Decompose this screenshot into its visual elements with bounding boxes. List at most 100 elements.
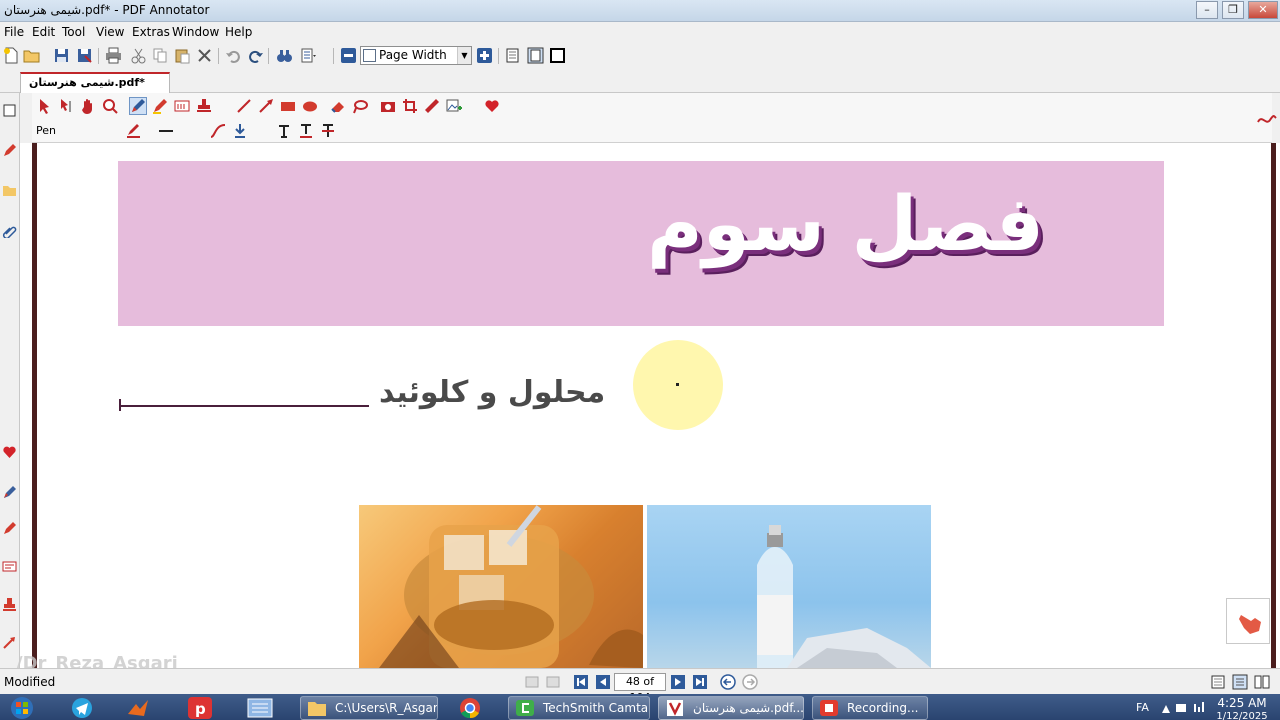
menu-view[interactable]: View [96, 25, 124, 39]
svg-text:p: p [195, 700, 206, 718]
next-view-icon[interactable] [545, 674, 561, 690]
save-as-icon[interactable] [76, 47, 93, 64]
text-strikeout-icon[interactable] [320, 123, 336, 139]
zoom-select[interactable]: Page Width ▼ [360, 46, 472, 65]
tray-icons[interactable] [1160, 700, 1208, 714]
continuous-layout-icon[interactable] [1232, 674, 1248, 690]
arrow-line-icon[interactable] [258, 98, 274, 114]
stamp-tool-icon[interactable] [196, 98, 212, 114]
text-tool-icon[interactable] [276, 123, 292, 139]
text-underline-icon[interactable] [298, 123, 314, 139]
arrow-tool-icon[interactable] [2, 635, 17, 650]
insert-image-icon[interactable] [446, 98, 462, 114]
mouse-cursor [676, 383, 679, 386]
taskbar-camtasia-window[interactable]: TechSmith Camta... [508, 696, 650, 720]
page-number-field[interactable]: 48 of 104 [614, 673, 666, 704]
go-forward-icon[interactable] [742, 674, 758, 690]
paste-icon[interactable] [174, 47, 191, 64]
lasso-icon[interactable] [352, 98, 368, 114]
page-layout-icon[interactable] [300, 47, 317, 64]
system-clock[interactable]: 4:25 AM 1/12/2025 [1214, 697, 1270, 720]
zoom-out-icon[interactable] [340, 47, 357, 64]
menu-edit[interactable]: Edit [32, 25, 55, 39]
redo-icon[interactable] [247, 47, 264, 64]
undo-icon[interactable] [225, 47, 242, 64]
new-document-icon[interactable] [3, 47, 20, 64]
text-box-icon[interactable] [2, 559, 17, 574]
minimize-button[interactable]: – [1196, 1, 1218, 19]
hand-icon[interactable] [80, 98, 96, 114]
chrome-icon[interactable] [452, 696, 488, 720]
previous-page-icon[interactable] [595, 674, 611, 690]
pen-annotation-icon[interactable] [129, 97, 147, 115]
menu-window[interactable]: Window [172, 25, 219, 39]
menu-help[interactable]: Help [225, 25, 252, 39]
camera-icon[interactable] [380, 98, 396, 114]
highlighter-icon[interactable] [152, 98, 168, 114]
folder-icon[interactable] [2, 183, 17, 198]
psiphon-icon[interactable]: p [182, 696, 218, 720]
pen-tool-icon[interactable] [2, 485, 17, 500]
ellipse-tool-icon[interactable] [302, 98, 318, 114]
close-button[interactable]: ✕ [1248, 1, 1278, 19]
save-icon[interactable] [53, 47, 70, 64]
telegram-icon[interactable] [64, 696, 100, 720]
previous-view-icon[interactable] [524, 674, 540, 690]
line-width-icon[interactable] [158, 123, 174, 139]
open-folder-icon[interactable] [23, 47, 40, 64]
delete-icon[interactable] [196, 47, 213, 64]
next-page-icon[interactable] [670, 674, 686, 690]
input-language-indicator[interactable]: FA [1136, 701, 1149, 714]
stroke-bottom-icon[interactable] [232, 123, 248, 139]
maximize-button[interactable]: ❐ [1222, 1, 1244, 19]
start-button[interactable] [4, 696, 40, 720]
text-select-icon[interactable] [58, 98, 74, 114]
menu-file[interactable]: File [4, 25, 24, 39]
pdf-page[interactable]: فصل سوم محلول و کلوئید [37, 143, 1271, 668]
magnifier-icon[interactable] [102, 98, 118, 114]
tab-document[interactable]: شیمی هنرستان.pdf* [20, 72, 170, 93]
line-tool-icon[interactable] [236, 98, 252, 114]
first-page-icon[interactable] [573, 674, 589, 690]
recording-icon [820, 700, 838, 716]
copy-icon[interactable] [152, 47, 169, 64]
fullscreen-icon[interactable] [549, 47, 566, 64]
page-icon[interactable] [2, 103, 17, 118]
document-viewport[interactable]: فصل سوم محلول و کلوئید [20, 143, 1280, 668]
eraser-icon[interactable] [330, 98, 346, 114]
text-field-icon[interactable] [174, 98, 190, 114]
smooth-stroke-icon[interactable] [210, 123, 226, 139]
go-back-icon[interactable] [720, 674, 736, 690]
zoom-select-value: Page Width [379, 48, 447, 62]
stamp-icon[interactable] [2, 597, 17, 612]
zoom-in-icon[interactable] [476, 47, 493, 64]
chevron-down-icon[interactable]: ▼ [457, 47, 471, 64]
rectangle-tool-icon[interactable] [280, 98, 296, 114]
select-arrow-icon[interactable] [36, 98, 52, 114]
pen-color-icon[interactable] [126, 123, 142, 139]
attachment-icon[interactable] [2, 223, 17, 238]
ruler-icon[interactable] [424, 98, 440, 114]
favorites-heart-icon[interactable] [2, 445, 17, 460]
fit-width-view-icon[interactable] [527, 47, 544, 64]
find-binoculars-icon[interactable] [276, 47, 293, 64]
two-page-layout-icon[interactable] [1254, 674, 1270, 690]
favorites-heart-icon[interactable] [484, 98, 500, 114]
toolbar-separator [218, 48, 219, 64]
single-page-view-icon[interactable] [504, 47, 521, 64]
marker-icon[interactable] [2, 521, 17, 536]
menu-extras[interactable]: Extras [132, 25, 170, 39]
crop-icon[interactable] [402, 98, 418, 114]
taskbar-pdf-annotator-window[interactable]: شیمی هنرستان.pdf... [658, 696, 804, 720]
print-icon[interactable] [105, 47, 122, 64]
single-page-layout-icon[interactable] [1210, 674, 1226, 690]
taskbar-recording-window[interactable]: Recording... [812, 696, 928, 720]
cut-icon[interactable] [130, 47, 147, 64]
menu-tool[interactable]: Tool [62, 25, 85, 39]
pen-icon[interactable] [2, 143, 17, 158]
hand-tool-button[interactable] [1226, 598, 1270, 644]
control-panel-icon[interactable] [242, 696, 278, 720]
matlab-icon[interactable] [120, 696, 156, 720]
taskbar-explorer-window[interactable]: C:\Users\R_Asgari... [300, 696, 438, 720]
last-page-icon[interactable] [692, 674, 708, 690]
